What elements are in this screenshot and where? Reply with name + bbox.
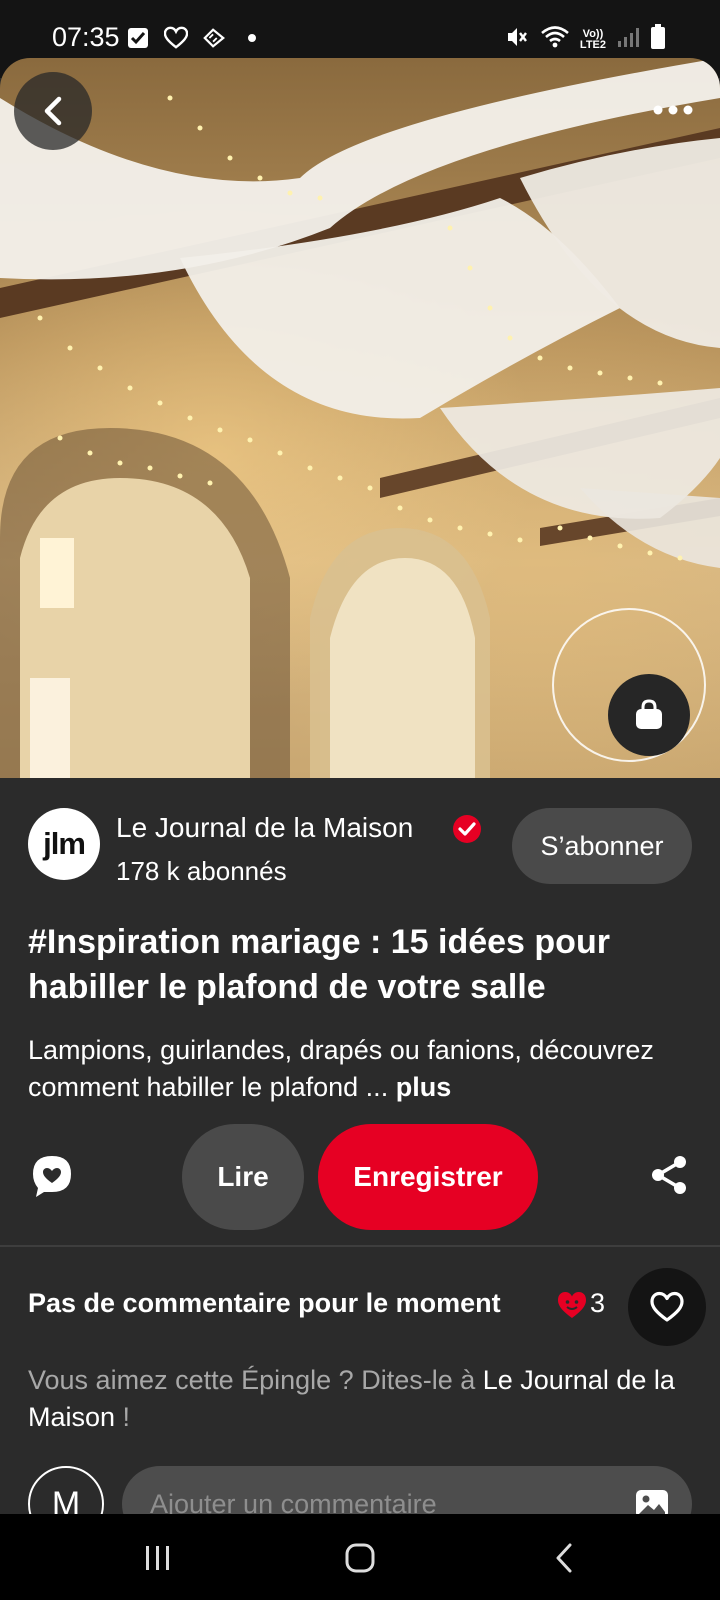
more-icon (653, 105, 693, 115)
save-button[interactable]: Enregistrer (318, 1124, 538, 1230)
author-avatar[interactable]: jlm (28, 808, 100, 880)
heart-outline-icon (164, 26, 188, 50)
verified-badge-icon (453, 815, 481, 843)
heart-outline-icon (650, 1291, 684, 1322)
pin-image[interactable] (0, 58, 720, 778)
shop-button[interactable] (608, 674, 690, 756)
system-icons: Vo)) LTE2 (504, 24, 666, 55)
signal-icon (616, 25, 640, 54)
back-icon (44, 96, 62, 126)
reaction-heart-icon[interactable] (556, 1290, 588, 1320)
author-name[interactable]: Le Journal de la Maison (116, 812, 413, 844)
tag-icon (202, 26, 226, 50)
comment-invite-prefix: Vous aimez cette Épingle ? Dites-le à (28, 1365, 483, 1395)
share-icon[interactable] (648, 1154, 690, 1196)
read-button[interactable]: Lire (182, 1124, 304, 1230)
recent-apps-button[interactable] (128, 1536, 188, 1580)
more-options-button[interactable] (648, 100, 698, 120)
home-icon (345, 1543, 375, 1573)
pin-description: Lampions, guirlandes, drapés ou fanions,… (28, 1032, 688, 1106)
comment-invite-suffix: ! (115, 1402, 131, 1432)
battery-icon (650, 24, 666, 55)
like-button[interactable] (628, 1268, 706, 1346)
comment-invite: Vous aimez cette Épingle ? Dites-le à Le… (28, 1362, 688, 1436)
follow-button[interactable]: S’abonner (512, 808, 692, 884)
shopping-bag-icon (636, 699, 662, 729)
back-nav-icon (556, 1543, 572, 1573)
follower-count: 178 k abonnés (116, 856, 287, 886)
wifi-icon (540, 25, 570, 54)
recent-apps-icon (146, 1546, 169, 1570)
comments-heading: Pas de commentaire pour le moment (28, 1288, 501, 1318)
reaction-count: 3 (590, 1288, 606, 1318)
pin-description-text: Lampions, guirlandes, drapés ou fanions,… (28, 1035, 654, 1102)
show-more-link[interactable]: plus (396, 1072, 452, 1102)
action-row: Lire Enregistrer (0, 1124, 720, 1230)
pin-title: #Inspiration mariage : 15 idées pour hab… (28, 923, 610, 1006)
back-nav-button[interactable] (534, 1536, 594, 1580)
mute-icon (504, 24, 530, 55)
section-divider (0, 1245, 720, 1247)
dot-icon (240, 26, 264, 50)
system-nav-bar (0, 1514, 720, 1600)
network-type-label: Vo)) LTE2 (579, 27, 606, 51)
notification-icons (126, 26, 264, 50)
back-button[interactable] (14, 72, 92, 150)
status-time: 07:35 (52, 22, 120, 52)
comment-bubble-icon[interactable] (30, 1154, 74, 1198)
checkbox-icon (126, 26, 150, 50)
home-button[interactable] (330, 1536, 390, 1580)
